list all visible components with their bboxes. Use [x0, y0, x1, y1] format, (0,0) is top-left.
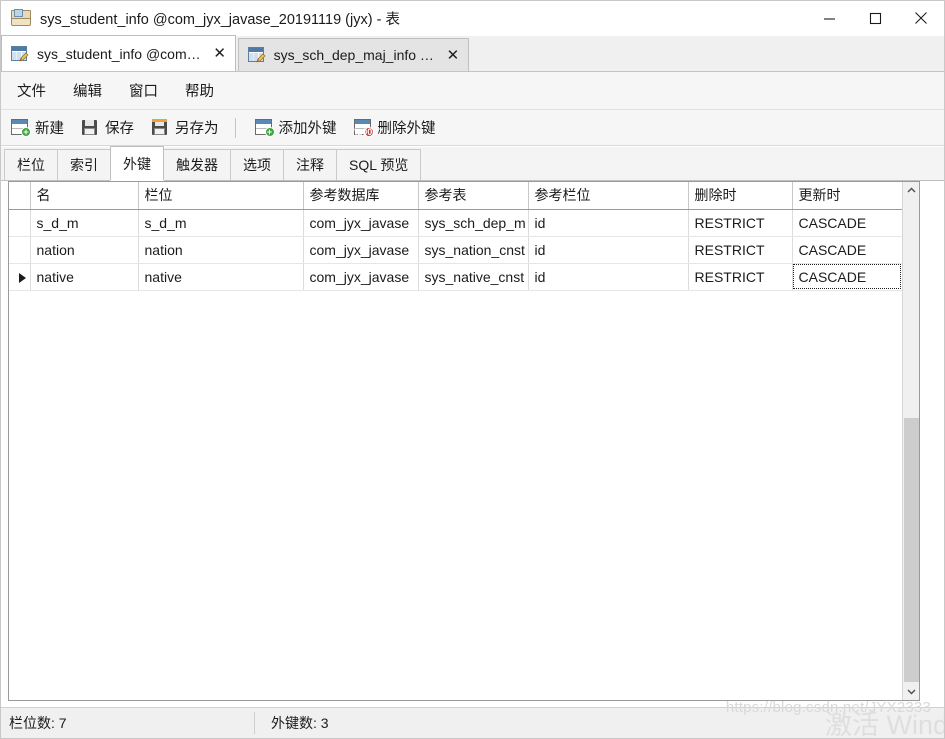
save-as-icon [151, 119, 170, 136]
menu-bar: 文件 编辑 窗口 帮助 [1, 72, 944, 110]
grid-cell[interactable]: CASCADE [792, 209, 902, 237]
status-separator [254, 712, 255, 734]
grid-viewport[interactable]: 名 栏位 参考数据库 参考表 参考栏位 删除时 更新时 s_d_m s_d_m co… [9, 182, 902, 700]
scrollbar-thumb[interactable] [904, 418, 919, 682]
tab-indexes[interactable]: 索引 [57, 149, 111, 180]
scroll-down-button[interactable] [903, 683, 919, 700]
menu-item-window[interactable]: 窗口 [118, 76, 169, 105]
row-marker[interactable] [9, 209, 31, 237]
grid-cell[interactable]: native [30, 263, 139, 291]
status-bar: 栏位数: 7 外键数: 3 [1, 707, 944, 738]
menu-item-help[interactable]: 帮助 [174, 76, 225, 105]
add-foreign-key-label: 添加外键 [278, 121, 337, 137]
grid-cell[interactable]: nation [138, 236, 304, 264]
tab-comment[interactable]: 注释 [283, 149, 337, 180]
document-tab-label: sys_student_info @com… [37, 45, 201, 62]
grid-cell[interactable]: id [528, 263, 689, 291]
grid-cell[interactable]: CASCADE [792, 236, 902, 264]
column-header-ref-database[interactable]: 参考数据库 [303, 182, 419, 210]
document-tab-sys-sch-dep-maj-info[interactable]: sys_sch_dep_maj_info … ✕ [237, 38, 469, 71]
window-title: sys_student_info @com_jyx_javase_2019111… [40, 11, 400, 28]
maximize-button[interactable] [852, 1, 898, 36]
foreign-keys-grid: 名 栏位 参考数据库 参考表 参考栏位 删除时 更新时 s_d_m s_d_m co… [8, 181, 920, 701]
grid-cell[interactable]: sys_native_cnst [418, 263, 529, 291]
grid-cell[interactable]: com_jyx_javase [303, 263, 419, 291]
document-tab-label: sys_sch_dep_maj_info … [273, 47, 434, 63]
grid-cell[interactable]: sys_nation_cnst [418, 236, 529, 264]
window-controls [806, 1, 944, 36]
close-button[interactable] [898, 1, 944, 36]
tab-triggers[interactable]: 触发器 [163, 149, 231, 180]
column-header-on-update[interactable]: 更新时 [792, 182, 902, 210]
table-header-row: 名 栏位 参考数据库 参考表 参考栏位 删除时 更新时 [9, 182, 902, 210]
add-foreign-key-icon: + [254, 119, 275, 137]
grid-cell[interactable]: s_d_m [138, 209, 304, 237]
document-tab-strip: sys_student_info @com… ✕ sys_sch_dep_maj… [1, 35, 944, 72]
delete-foreign-key-label: 删除外键 [377, 121, 436, 137]
vertical-scrollbar[interactable] [902, 182, 919, 700]
status-foreign-keys-count: 外键数: 3 [271, 715, 329, 731]
table-window-icon [11, 9, 31, 27]
nav-table-designer-window: sys_student_info @com_jyx_javase_2019111… [0, 0, 945, 739]
new-button[interactable]: + 新建 [4, 114, 71, 142]
new-button-label: 新建 [35, 121, 64, 137]
scroll-up-button[interactable] [903, 182, 919, 199]
new-table-icon: + [11, 119, 31, 137]
table-body: s_d_m s_d_m com_jyx_javase sys_sch_dep_m id R… [9, 209, 902, 291]
grid-cell[interactable]: RESTRICT [688, 209, 793, 237]
current-row-arrow-icon [18, 272, 26, 283]
grid-cell[interactable]: sys_sch_dep_m [418, 209, 529, 237]
table-row[interactable]: native native com_jyx_javase sys_native_cns… [9, 263, 902, 291]
grid-cell[interactable]: id [528, 236, 689, 264]
title-bar: sys_student_info @com_jyx_javase_2019111… [1, 1, 944, 36]
foreign-keys-table: 名 栏位 参考数据库 参考表 参考栏位 删除时 更新时 s_d_m s_d_m co… [9, 182, 902, 291]
save-button[interactable]: 保存 [74, 114, 141, 142]
document-tab-close-icon[interactable]: ✕ [213, 46, 227, 61]
tab-sql-preview[interactable]: SQL 预览 [336, 149, 422, 180]
grid-cell[interactable]: com_jyx_javase [303, 209, 419, 237]
save-as-button-label: 另存为 [175, 121, 219, 137]
tab-columns[interactable]: 栏位 [4, 149, 58, 180]
grid-cell[interactable]: RESTRICT [688, 236, 793, 264]
grid-cell[interactable]: RESTRICT [688, 263, 793, 291]
table-row[interactable]: nation nation com_jyx_javase sys_nation_cns… [9, 236, 902, 264]
column-header-name[interactable]: 名 [30, 182, 139, 210]
row-marker[interactable] [9, 236, 31, 264]
minimize-button[interactable] [806, 1, 852, 36]
grid-cell[interactable]: com_jyx_javase [303, 236, 419, 264]
column-header-on-delete[interactable]: 删除时 [688, 182, 793, 210]
grid-cell[interactable]: s_d_m [30, 209, 139, 237]
menu-item-file[interactable]: 文件 [6, 76, 57, 105]
table-row[interactable]: s_d_m s_d_m com_jyx_javase sys_sch_dep_m id R… [9, 209, 902, 237]
tab-foreign-keys[interactable]: 外键 [110, 146, 164, 180]
column-header-ref-field[interactable]: 参考栏位 [528, 182, 689, 210]
document-tab-close-icon[interactable]: ✕ [446, 48, 460, 63]
toolbar-separator [234, 117, 236, 138]
add-foreign-key-button[interactable]: + 添加外键 [248, 114, 344, 142]
delete-foreign-key-button[interactable]: \u00d7 删除外键 [347, 114, 443, 142]
menu-item-edit[interactable]: 编辑 [62, 76, 113, 105]
grid-cell[interactable]: id [528, 209, 689, 237]
grid-cell[interactable]: nation [30, 236, 139, 264]
column-header-field[interactable]: 栏位 [138, 182, 304, 210]
table-edit-icon [247, 47, 266, 63]
table-edit-icon [11, 45, 29, 62]
grid-cell[interactable]: CASCADE [792, 263, 902, 291]
toolbar: + 新建 保存 另存为 + 添加外键 \u00d7 删除外键 [1, 110, 944, 146]
tab-options[interactable]: 选项 [230, 149, 284, 180]
document-tab-sys-student-info[interactable]: sys_student_info @com… ✕ [1, 35, 236, 71]
status-columns-count: 栏位数: 7 [9, 715, 67, 731]
save-as-button[interactable]: 另存为 [144, 114, 226, 142]
save-icon [81, 119, 100, 136]
row-marker-header [9, 182, 31, 210]
row-marker[interactable] [9, 263, 31, 291]
delete-foreign-key-icon: \u00d7 [353, 119, 383, 137]
grid-cell[interactable]: native [138, 263, 304, 291]
column-header-ref-table[interactable]: 参考表 [418, 182, 529, 210]
save-button-label: 保存 [105, 121, 134, 137]
property-tab-strip: 栏位 索引 外键 触发器 选项 注释 SQL 预览 [1, 146, 944, 181]
